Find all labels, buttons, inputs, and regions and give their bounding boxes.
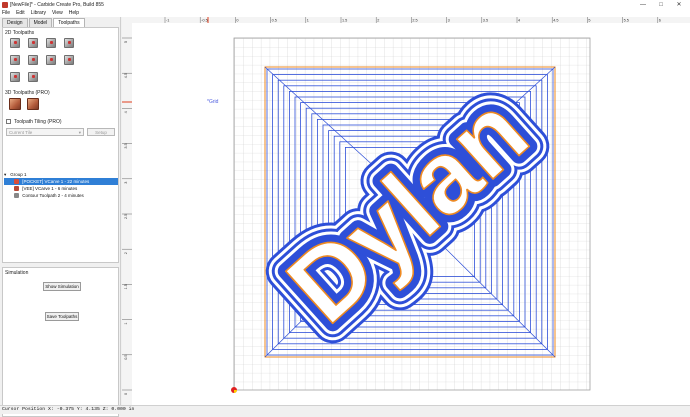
left-panel: Design Model Toolpaths 2D Toolpaths 3D T… [0, 17, 121, 417]
ruler-label: 3.5 [483, 19, 488, 23]
mode-tabs: Design Model Toolpaths [2, 18, 86, 27]
ruler-label: 5 [588, 19, 590, 23]
ruler-label: 4 [518, 19, 520, 23]
engrave-toolpath-icon[interactable] [64, 55, 74, 65]
chamfer-toolpath-icon[interactable] [46, 55, 56, 65]
menu-library[interactable]: Library [31, 10, 46, 16]
toolpath-tiling-label: Toolpath Tiling (PRO) [14, 119, 62, 125]
ruler-label: 3.5 [124, 143, 128, 148]
canvas-svg[interactable]: -1 -0.5 0 0.5 1 1.5 2 2.5 3 3.5 4 4.5 5 5.5 6 5 4.5 4 3.5… [122, 17, 690, 405]
ruler-label: 0 [236, 19, 238, 23]
ruler-label: 0.5 [124, 355, 128, 360]
advanced-vcarve-icon[interactable] [28, 55, 38, 65]
drill-toolpath-icon[interactable] [46, 38, 56, 48]
ruler-label: 0.5 [272, 19, 277, 23]
ruler-label: 5 [124, 41, 128, 43]
ruler-label: 2.5 [124, 214, 128, 219]
group-label: Group 1 [10, 172, 27, 177]
ruler-label: 0 [124, 393, 128, 395]
simulation-header: Simulation [5, 270, 29, 276]
ruler-label: 3 [448, 19, 450, 23]
ruler-label: 1 [307, 19, 309, 23]
ruler-label: 4 [124, 111, 128, 113]
tree-item-label: [VEE] VCarve 1 - 6 minutes [22, 186, 78, 191]
app-icon [2, 1, 8, 8]
section-3d-toolpaths: 3D Toolpaths (PRO) [5, 90, 50, 96]
ruler-label: 6 [659, 19, 661, 23]
chevron-down-icon: ▾ [78, 130, 81, 135]
grid-label: *Grid [207, 99, 219, 105]
3d-rough-icon[interactable] [9, 98, 21, 110]
maximize-button[interactable]: □ [652, 0, 670, 9]
ruler-label: 5.5 [624, 19, 629, 23]
simulation-panel: Simulation Show Simulation Save Toolpath… [2, 267, 119, 417]
toolpaths-panel: 2D Toolpaths 3D Toolpaths (PRO) Toolpath… [2, 27, 119, 263]
fillet-toolpath-icon[interactable] [28, 72, 38, 82]
show-simulation-button[interactable]: Show Simulation [43, 282, 81, 291]
contour-toolpath-icon[interactable] [10, 38, 20, 48]
toolpath-tree: ▾ Group 1 [POCKET] VCarve 1 - 22 minutes… [4, 171, 118, 199]
pocket-toolpath-icon[interactable] [28, 38, 38, 48]
minimize-button[interactable]: — [634, 0, 652, 9]
ruler-label: -1 [166, 19, 169, 23]
menu-help[interactable]: Help [69, 10, 79, 16]
tree-item-label: Contour Toolpath 2 - 4 minutes [22, 193, 84, 198]
ruler-label: 4.5 [124, 73, 128, 78]
contour-icon [14, 193, 19, 199]
ruler-label: 1 [124, 322, 128, 324]
design-canvas[interactable]: -1 -0.5 0 0.5 1 1.5 2 2.5 3 3.5 4 4.5 5 5.5 6 5 4.5 4 3.5… [122, 17, 690, 405]
ruler-label: 1.5 [342, 19, 347, 23]
tree-item-vee-vcarve[interactable]: [VEE] VCarve 1 - 6 minutes [4, 185, 118, 192]
current-tile-select[interactable]: Current Tile ▾ [6, 128, 84, 136]
window-title: [NewFile]* - Carbide Create Pro, Build 8… [10, 1, 104, 8]
tab-toolpaths[interactable]: Toolpaths [53, 18, 85, 27]
menu-file[interactable]: File [2, 10, 10, 16]
ruler-label: 2.5 [412, 19, 417, 23]
collapse-icon[interactable]: ▾ [4, 171, 8, 178]
ruler-label: 4.5 [553, 19, 558, 23]
menu-edit[interactable]: Edit [16, 10, 25, 16]
vcarve-icon [14, 186, 19, 192]
ruler-label: 3 [124, 182, 128, 184]
status-bar: Cursor Position X: -0.375 Y: 4.135 Z: 0.… [0, 405, 690, 414]
title-bar: [NewFile]* - Carbide Create Pro, Build 8… [0, 0, 690, 9]
window-controls: — □ ✕ [634, 0, 688, 9]
tree-item-pocket-vcarve[interactable]: [POCKET] VCarve 1 - 22 minutes [4, 178, 118, 185]
origin-quadrant [234, 390, 237, 393]
setup-button[interactable]: Setup [87, 128, 115, 136]
texture-toolpath-icon[interactable] [10, 55, 20, 65]
vcarve-icon [14, 179, 19, 185]
tab-model[interactable]: Model [28, 18, 53, 27]
close-button[interactable]: ✕ [670, 0, 688, 9]
ruler-label: 2 [124, 252, 128, 254]
tab-design[interactable]: Design [2, 18, 28, 27]
toolpath-tiling-checkbox[interactable] [6, 119, 11, 124]
current-tile-label: Current Tile [9, 130, 33, 135]
cutout-toolpath-icon[interactable] [10, 72, 20, 82]
menu-view[interactable]: View [52, 10, 63, 16]
tree-group[interactable]: ▾ Group 1 [4, 171, 118, 178]
vcarve-toolpath-icon[interactable] [64, 38, 74, 48]
section-2d-toolpaths: 2D Toolpaths [5, 30, 35, 36]
ruler-label: 2 [377, 19, 379, 23]
ruler-label: 1.5 [124, 284, 128, 289]
save-toolpaths-button[interactable]: Save Toolpaths [45, 312, 79, 321]
tree-item-label: [POCKET] VCarve 1 - 22 minutes [22, 179, 90, 184]
menu-bar: File Edit Library View Help [0, 9, 690, 17]
3d-finish-icon[interactable] [27, 98, 39, 110]
tree-item-contour[interactable]: Contour Toolpath 2 - 4 minutes [4, 192, 118, 199]
ruler-label: -0.5 [201, 19, 208, 23]
